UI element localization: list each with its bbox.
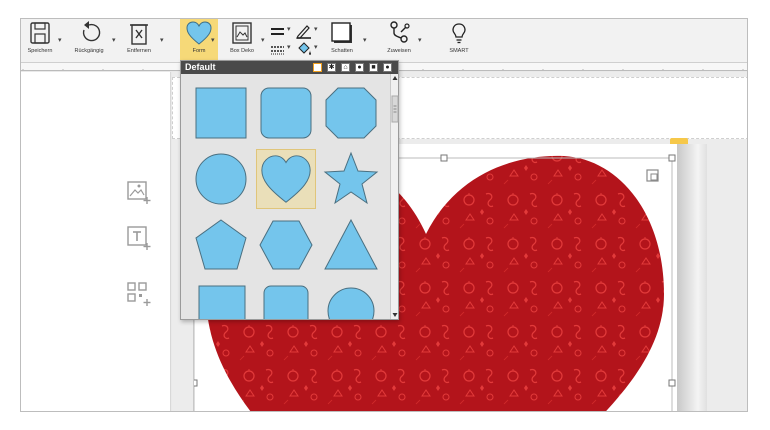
resize-handle-right[interactable] [668, 379, 676, 387]
shadow-label: Schatten [331, 48, 353, 54]
add-text-icon [127, 226, 151, 250]
connect-nodes-icon [390, 21, 410, 43]
shape-picker-popup: Default ✱ ⌂ ● ■ ● [180, 60, 399, 320]
crop-icon[interactable] [646, 169, 659, 182]
pen-color-button[interactable] [295, 23, 313, 39]
hexagon-shape-icon [259, 220, 313, 270]
add-qr-code-button[interactable] [125, 280, 153, 313]
rounded-square-shape-icon [260, 87, 312, 139]
boxdeco-dropdown-arrow[interactable]: ▾ [261, 36, 265, 44]
shape-circle-2[interactable] [321, 281, 381, 319]
assign-label: Zuweisen [387, 48, 411, 54]
add-image-button[interactable] [125, 178, 153, 211]
shape-label: Form [192, 48, 206, 54]
shape-circle[interactable] [191, 149, 251, 209]
pen-color-dropdown-arrow[interactable]: ▾ [314, 25, 318, 33]
save-button[interactable]: Speichern [25, 19, 55, 63]
left-tool-panel [21, 72, 171, 411]
shape-square-2[interactable] [191, 281, 251, 319]
resize-handle-left[interactable] [190, 379, 198, 387]
heart-shape-icon [186, 21, 212, 45]
shape-octagon[interactable] [321, 83, 381, 143]
smart-button[interactable]: SMART [441, 19, 477, 63]
editor-window: Speichern ▾ Rückgängig ▾ Entfernen ▾ For… [20, 18, 748, 412]
line-style-dropdown-arrow[interactable]: ▾ [287, 43, 291, 51]
line-style-icon [271, 46, 284, 55]
shadow-button[interactable]: Schatten [324, 19, 360, 63]
toolbar: Speichern ▾ Rückgängig ▾ Entfernen ▾ For… [21, 19, 747, 63]
shape-triangle[interactable] [321, 215, 381, 275]
shadow-dropdown-arrow[interactable]: ▾ [363, 36, 367, 44]
shape-picker-header: Default ✱ ⌂ ● ■ ● [181, 61, 398, 74]
scroll-down-arrow [392, 313, 398, 317]
shape-picker-title: Default [185, 62, 216, 72]
bubble-shapes-tab[interactable]: ● [355, 63, 364, 72]
add-text-button[interactable] [125, 224, 153, 257]
fill-color-dropdown-arrow[interactable]: ▾ [314, 43, 318, 51]
triangle-shape-icon [324, 218, 378, 270]
resize-handle-top-right[interactable] [668, 154, 676, 162]
line-width-button[interactable] [269, 25, 287, 39]
circle-shape-icon [195, 153, 247, 205]
qr-code-icon [127, 282, 151, 306]
circle-shape-icon-2 [327, 287, 375, 319]
scroll-up-arrow [392, 76, 398, 80]
page-edge-shadow [677, 144, 707, 411]
shape-star[interactable] [321, 149, 381, 209]
paint-bucket-icon [298, 42, 311, 55]
remove-label: Entfernen [127, 48, 151, 54]
square-shape-icon [195, 87, 247, 139]
pen-icon [296, 25, 311, 39]
assign-button[interactable]: Zuweisen [381, 19, 417, 63]
shape-pentagon[interactable] [191, 215, 251, 275]
shape-square[interactable] [191, 83, 251, 143]
save-label: Speichern [27, 48, 53, 54]
undo-icon [82, 21, 101, 42]
boxdeco-label: Box Deko [230, 48, 254, 54]
save-icon [30, 22, 50, 44]
scrollbar-track [391, 76, 399, 317]
boxdeco-button[interactable]: Box Deko [224, 19, 260, 63]
shape-rounded-square-2[interactable] [256, 281, 316, 319]
trash-icon [130, 24, 148, 45]
octagon-shape-icon [325, 87, 377, 139]
shape-dropdown-arrow[interactable]: ▾ [211, 36, 215, 44]
line-width-icon [271, 28, 284, 35]
image-frame-icon [232, 22, 252, 44]
heart-shape-option-icon [261, 155, 311, 203]
line-width-dropdown-arrow[interactable]: ▾ [287, 25, 291, 33]
add-image-icon [127, 181, 151, 204]
fill-color-button[interactable] [295, 41, 313, 57]
shape-picker-scrollbar[interactable] [390, 74, 399, 319]
remove-button[interactable]: Entfernen [121, 19, 157, 63]
undo-button[interactable]: Rückgängig [68, 19, 110, 63]
shape-heart[interactable] [256, 149, 316, 209]
square-shapes-tab[interactable]: ■ [369, 63, 378, 72]
undo-label: Rückgängig [74, 48, 104, 54]
shadow-icon [331, 22, 352, 43]
undo-dropdown-arrow[interactable]: ▾ [112, 36, 116, 44]
save-dropdown-arrow[interactable]: ▾ [58, 36, 62, 44]
shape-rounded-square[interactable] [256, 83, 316, 143]
line-style-button[interactable] [269, 43, 287, 57]
square-shape-icon-2 [198, 285, 246, 319]
remove-dropdown-arrow[interactable]: ▾ [160, 36, 164, 44]
star-shape-icon [323, 151, 379, 205]
lightbulb-icon [452, 23, 466, 44]
resize-handle-top[interactable] [440, 154, 448, 162]
star-shapes-tab[interactable]: ✱ [327, 63, 336, 72]
smart-label: SMART [449, 48, 469, 54]
shape-grid [181, 74, 391, 319]
rounded-square-shape-icon-2 [263, 285, 309, 319]
house-shapes-tab[interactable]: ⌂ [341, 63, 350, 72]
default-shapes-tab[interactable] [313, 63, 322, 72]
circle-shapes-tab[interactable]: ● [383, 63, 392, 72]
shape-hexagon[interactable] [256, 215, 316, 275]
pentagon-shape-icon [195, 219, 247, 270]
assign-dropdown-arrow[interactable]: ▾ [418, 36, 422, 44]
